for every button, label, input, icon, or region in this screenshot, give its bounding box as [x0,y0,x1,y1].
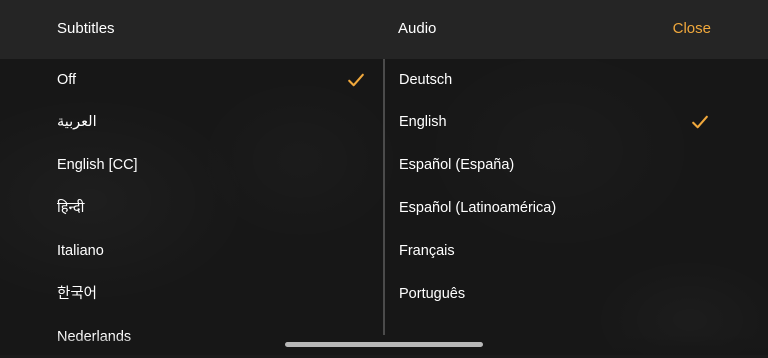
subtitles-heading: Subtitles [57,20,115,37]
subtitle-option-label: Italiano [57,243,104,259]
column-divider [383,59,385,335]
audio-heading: Audio [398,20,437,37]
track-selection-screen: { "colors": { "accent": "#f0a83c", "back… [0,0,768,355]
audio-option-label: Português [399,286,466,302]
subtitle-option-label: हिन्दी [57,200,85,216]
subtitle-option-label: 한국어 [57,286,98,302]
audio-option-label: Español (Latinoamérica) [399,200,557,216]
home-indicator[interactable] [285,342,483,347]
audio-option-english[interactable]: English [399,101,725,143]
subtitle-option-label: Nederlands [57,329,132,345]
subtitle-option-korean[interactable]: 한국어 [57,273,383,315]
subtitle-option-hindi[interactable]: हिन्दी [57,187,383,229]
subtitle-option-english-cc[interactable]: English [CC] [57,144,383,186]
subtitle-option-label: English [CC] [57,157,138,173]
subtitle-option-arabic[interactable]: العربية [57,101,383,143]
close-button[interactable]: Close [673,20,711,38]
audio-option-german[interactable]: Deutsch [399,59,725,101]
audio-option-label: Deutsch [399,72,453,88]
subtitle-option-italian[interactable]: Italiano [57,230,383,272]
audio-option-spanish-spain[interactable]: Español (España) [399,144,725,186]
audio-list: Deutsch English Español (España) Español… [385,59,768,355]
audio-option-label: English [399,114,447,130]
check-icon [348,73,364,87]
subtitle-option-label: Off [57,72,77,88]
audio-option-spanish-latin-america[interactable]: Español (Latinoamérica) [399,187,725,229]
subtitles-list: Off العربية English [CC] हिन्दी Italiano… [0,59,383,355]
audio-option-portuguese[interactable]: Português [399,273,725,315]
subtitle-option-off[interactable]: Off [57,59,383,101]
check-icon [692,115,708,129]
subtitle-option-dutch[interactable]: Nederlands [57,316,383,358]
audio-option-french[interactable]: Français [399,230,725,272]
audio-option-label: Español (España) [399,157,515,173]
subtitle-option-label: العربية [57,114,97,130]
track-selection-header: Subtitles Audio Close [0,0,768,59]
audio-option-label: Français [399,243,455,259]
